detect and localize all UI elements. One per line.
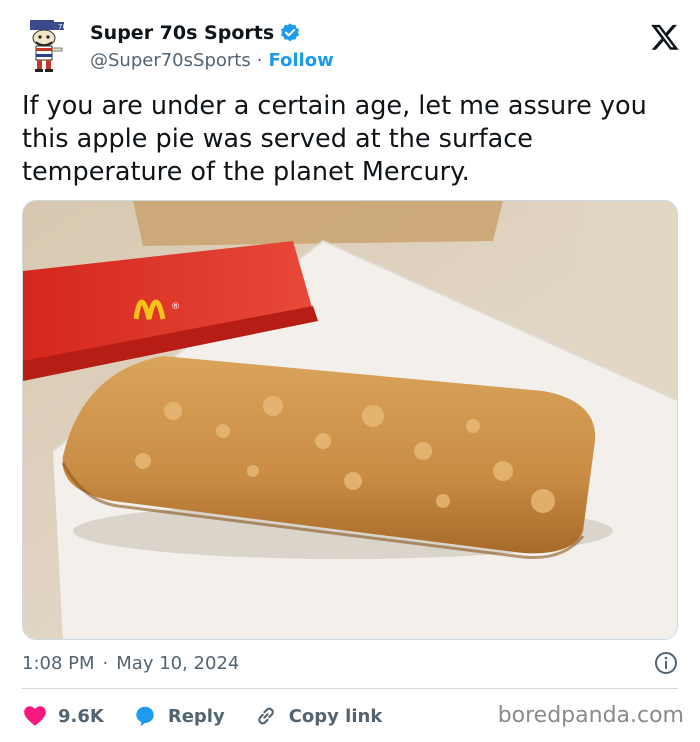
boredpanda-watermark: boredpanda.com: [497, 703, 684, 728]
reply-bubble-icon: [136, 706, 154, 727]
divider: [22, 688, 678, 689]
like-button[interactable]: 9.6K: [22, 703, 104, 729]
apple-pie-photo: ®: [23, 201, 677, 639]
link-icon: [257, 707, 274, 725]
reply-label: Reply: [167, 705, 225, 727]
handle-separator: ·: [256, 49, 263, 71]
svg-text:70: 70: [58, 23, 67, 31]
info-icon[interactable]: [654, 651, 678, 675]
reply-button[interactable]: Reply: [132, 703, 225, 729]
tweet-text: If you are under a certain age, let me a…: [22, 91, 647, 187]
follow-button[interactable]: Follow: [268, 50, 333, 71]
tweet-actions: 9.6K Reply Copy link: [22, 700, 410, 732]
verified-badge-icon: [281, 23, 300, 42]
timestamp-row: 1:08 PM · May 10, 2024: [22, 648, 678, 678]
x-logo-icon[interactable]: [650, 22, 680, 52]
copy-link-button[interactable]: Copy link: [253, 703, 383, 729]
mascot-avatar-icon: 70: [30, 20, 67, 72]
avatar[interactable]: 70: [22, 18, 78, 74]
tweet-header: 70 Super 70s Sports @Super70sSports · Fo…: [22, 14, 680, 78]
tweet-media-photo[interactable]: ®: [22, 200, 678, 640]
svg-text:®: ®: [171, 302, 180, 312]
author-handle[interactable]: @Super70sSports: [90, 50, 251, 71]
heart-icon: [24, 706, 46, 726]
copy-link-label: Copy link: [288, 705, 383, 727]
tweet-time[interactable]: 1:08 PM: [22, 653, 95, 674]
like-count: 9.6K: [58, 705, 104, 727]
author-display-name[interactable]: Super 70s Sports: [90, 22, 274, 44]
tweet-date[interactable]: May 10, 2024: [116, 653, 239, 674]
time-separator: ·: [102, 652, 109, 674]
